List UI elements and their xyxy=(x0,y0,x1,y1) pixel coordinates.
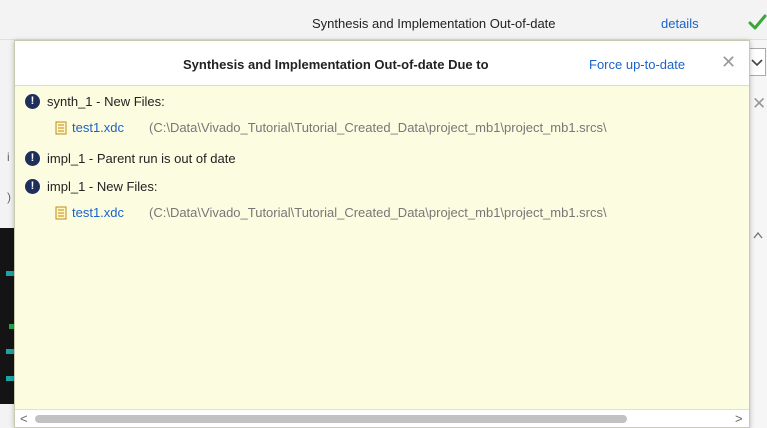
list-item: ! impl_1 - Parent run is out of date xyxy=(15,150,749,170)
list-item: test1.xdc (C:\Data\Vivado_Tutorial\Tutor… xyxy=(15,119,749,139)
warning-icon: ! xyxy=(25,94,40,109)
run-label: impl_1 - New Files: xyxy=(47,179,158,194)
background-glyph: i xyxy=(7,150,10,164)
force-up-to-date-link[interactable]: Force up-to-date xyxy=(589,57,685,72)
warning-icon: ! xyxy=(25,151,40,166)
run-label: synth_1 - New Files: xyxy=(47,94,165,109)
close-icon[interactable]: ✕ xyxy=(752,94,766,114)
file-path: (C:\Data\Vivado_Tutorial\Tutorial_Create… xyxy=(149,205,607,220)
warning-icon: ! xyxy=(25,179,40,194)
out-of-date-status: Synthesis and Implementation Out-of-date xyxy=(312,16,556,31)
app-window: Synthesis and Implementation Out-of-date… xyxy=(0,0,767,428)
file-path: (C:\Data\Vivado_Tutorial\Tutorial_Create… xyxy=(149,120,607,135)
file-icon xyxy=(55,121,67,135)
chevron-up-icon[interactable] xyxy=(752,230,764,240)
checkmark-icon xyxy=(748,12,767,32)
close-icon[interactable]: ✕ xyxy=(721,52,737,72)
file-link[interactable]: test1.xdc xyxy=(72,205,124,220)
file-link[interactable]: test1.xdc xyxy=(72,120,124,135)
out-of-date-popup: Synthesis and Implementation Out-of-date… xyxy=(14,40,750,428)
background-dropdown[interactable] xyxy=(748,48,766,76)
run-label: impl_1 - Parent run is out of date xyxy=(47,151,236,166)
popup-title: Synthesis and Implementation Out-of-date… xyxy=(183,57,489,72)
background-glyph: ) xyxy=(7,190,11,204)
status-bar: Synthesis and Implementation Out-of-date… xyxy=(0,0,767,40)
file-icon xyxy=(55,206,67,220)
horizontal-scrollbar[interactable]: < > xyxy=(15,409,749,427)
list-item: test1.xdc (C:\Data\Vivado_Tutorial\Tutor… xyxy=(15,204,749,224)
scroll-right-arrow[interactable]: > xyxy=(735,411,743,426)
scroll-left-arrow[interactable]: < xyxy=(20,411,28,426)
scrollbar-thumb[interactable] xyxy=(35,415,627,423)
chevron-down-icon xyxy=(751,59,763,67)
list-item: ! synth_1 - New Files: xyxy=(15,93,749,113)
list-item: ! impl_1 - New Files: xyxy=(15,178,749,198)
popup-header: Synthesis and Implementation Out-of-date… xyxy=(15,41,749,86)
details-link[interactable]: details xyxy=(661,16,699,31)
